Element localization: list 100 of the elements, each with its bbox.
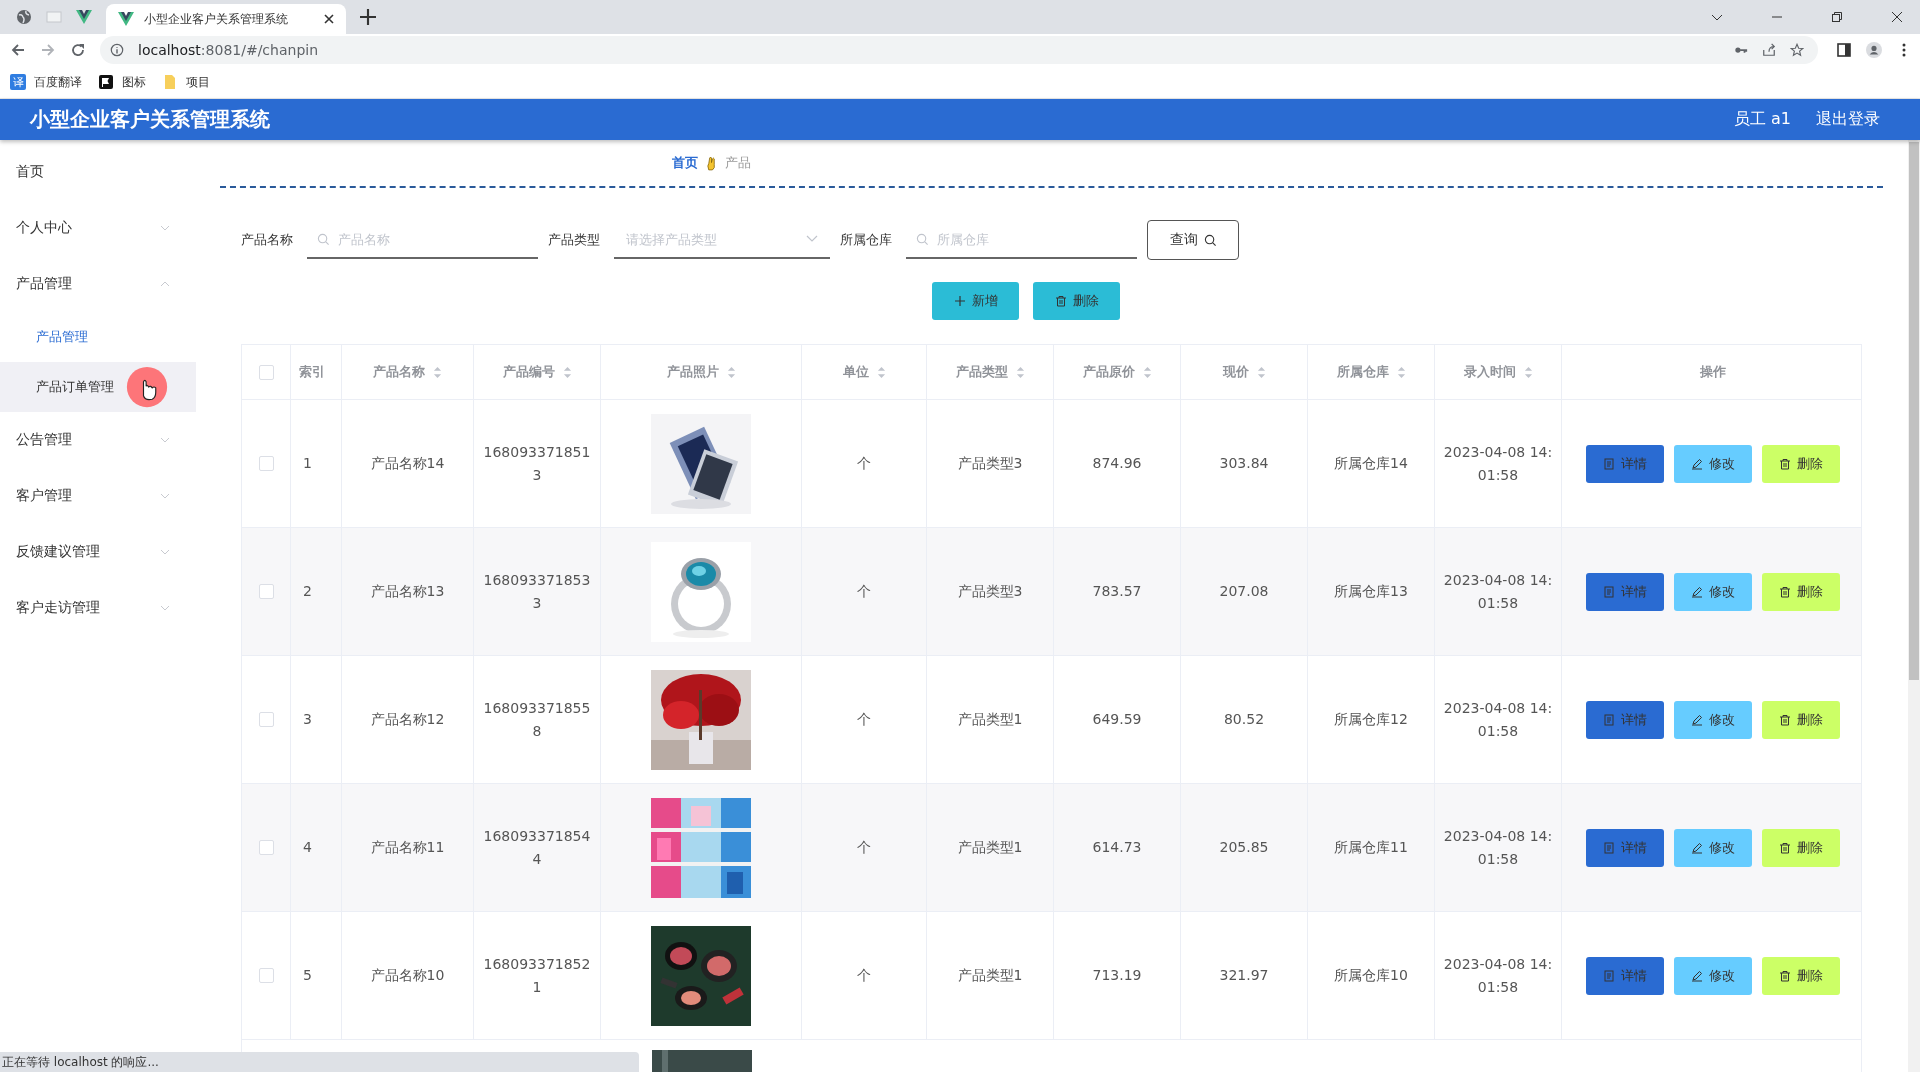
close-icon[interactable]	[324, 14, 334, 24]
profile-icon[interactable]	[1866, 42, 1882, 58]
menu-item[interactable]: 客户管理	[0, 468, 196, 524]
forward-icon[interactable]	[40, 42, 56, 58]
menu-item[interactable]: 公告管理	[0, 412, 196, 468]
sort-icon[interactable]	[726, 365, 736, 379]
delete-button[interactable]: 删除	[1761, 956, 1840, 995]
table-cell-text: 2023-04-08 14:01:58	[1442, 442, 1554, 485]
share-icon[interactable]	[1762, 43, 1776, 57]
checkbox[interactable]	[258, 364, 274, 380]
delete-button[interactable]: 删除	[1761, 700, 1840, 739]
checkbox[interactable]	[258, 968, 274, 983]
checkbox[interactable]	[258, 456, 274, 471]
search-field[interactable]: 产品名称	[307, 221, 538, 259]
bookmark[interactable]: 译 百度翻译	[10, 73, 82, 91]
checkbox[interactable]	[258, 712, 274, 727]
delete-button[interactable]: 删除	[1761, 828, 1840, 867]
select-field[interactable]: 请选择产品类型	[614, 221, 830, 259]
document-icon	[1602, 713, 1615, 726]
edit-button[interactable]: 修改	[1673, 700, 1752, 739]
delete-button[interactable]: 删除	[1761, 444, 1840, 483]
menu-item[interactable]: 个人中心	[0, 200, 196, 256]
table-cell-text: 2	[303, 582, 312, 601]
edit-button[interactable]: 修改	[1673, 956, 1752, 995]
table-cell-text: 321.97	[1219, 966, 1269, 985]
back-icon[interactable]	[10, 42, 26, 58]
table-cell-text: 614.73	[1092, 838, 1142, 857]
trash-icon	[1778, 713, 1791, 726]
sort-icon[interactable]	[1523, 365, 1533, 379]
pencil-icon	[1690, 457, 1703, 470]
trash-icon	[1778, 841, 1791, 854]
document-icon	[1602, 841, 1615, 854]
table-cell-text: 1	[303, 454, 312, 473]
table-cell-text: 2023-04-08 14:01:58	[1442, 570, 1554, 613]
sort-icon[interactable]	[1015, 365, 1025, 379]
sort-icon[interactable]	[876, 365, 886, 379]
new-tab-icon[interactable]	[360, 9, 376, 25]
scrollbar-thumb[interactable]	[1909, 142, 1919, 680]
table-cell-text: 3	[303, 710, 312, 729]
globe-icon[interactable]	[16, 9, 32, 25]
sort-icon[interactable]	[562, 365, 572, 379]
bookmark[interactable]: 图标	[98, 73, 146, 91]
sort-icon[interactable]	[1142, 365, 1152, 379]
restore-icon[interactable]	[1831, 11, 1843, 23]
side-panel-icon[interactable]	[1836, 42, 1852, 58]
menu-item[interactable]: 首页	[0, 144, 196, 200]
vue-logo-icon[interactable]	[76, 9, 92, 25]
reload-icon[interactable]	[70, 42, 86, 58]
menu-item[interactable]: 产品管理	[0, 256, 196, 312]
table-cell-text: 205.85	[1219, 838, 1269, 857]
select-input[interactable]: 请选择产品类型	[624, 230, 800, 248]
table-cell-text: 产品名称11	[370, 838, 445, 857]
delete-button[interactable]: 删除	[1033, 282, 1120, 320]
query-button[interactable]: 查询	[1147, 220, 1239, 260]
checkbox[interactable]	[258, 840, 274, 855]
logout-link[interactable]: 退出登录	[1816, 109, 1880, 130]
menu-item[interactable]: 反馈建议管理	[0, 524, 196, 580]
scrollbar[interactable]	[1908, 140, 1920, 1072]
address-bar[interactable]: localhost:8081/#/chanpin	[100, 36, 1818, 64]
table-cell-text: 所属仓库14	[1334, 454, 1408, 473]
table-cell-text: 所属仓库13	[1334, 582, 1408, 601]
folder-icon	[162, 74, 178, 90]
delete-button[interactable]: 删除	[1761, 572, 1840, 611]
edit-button[interactable]: 修改	[1673, 572, 1752, 611]
status-bar: 正在等待 localhost 的响应...	[0, 1052, 639, 1072]
table-cell-text: 产品名称10	[370, 966, 445, 985]
checkbox[interactable]	[258, 584, 274, 599]
sort-icon[interactable]	[433, 365, 442, 379]
url-text: localhost:8081/#/chanpin	[138, 42, 319, 58]
info-icon[interactable]	[110, 43, 124, 57]
table-cell-text: 所属仓库10	[1334, 966, 1408, 985]
submenu-item[interactable]: 产品管理	[0, 312, 196, 362]
sort-icon[interactable]	[1256, 365, 1266, 379]
breadcrumb-link[interactable]: 首页	[672, 154, 698, 172]
search-input[interactable]: 产品名称	[336, 230, 538, 248]
flag-icon	[98, 74, 114, 90]
add-button[interactable]: 新增	[932, 282, 1019, 320]
edit-button[interactable]: 修改	[1673, 828, 1752, 867]
filter-label: 所属仓库	[840, 231, 892, 249]
column-header: 操作	[1699, 363, 1726, 381]
sort-icon[interactable]	[1396, 365, 1406, 379]
bookmark[interactable]: 项目	[162, 73, 210, 91]
close-icon[interactable]	[1891, 11, 1903, 23]
table-cell-text: 1680933718521	[482, 954, 592, 997]
search-icon	[1203, 233, 1217, 247]
table-cell-text: 874.96	[1092, 454, 1142, 473]
submenu-item[interactable]: 产品订单管理	[0, 362, 196, 412]
table-cell-text: 所属仓库11	[1334, 838, 1408, 857]
table-cell-text: 产品类型1	[957, 710, 1023, 729]
table-cell-text: 303.84	[1219, 454, 1269, 473]
table-cell-text: 产品类型3	[957, 454, 1023, 473]
menu-item[interactable]: 客户走访管理	[0, 580, 196, 636]
star-icon[interactable]	[1790, 43, 1804, 57]
pencil-icon	[1690, 969, 1703, 982]
page-icon[interactable]	[46, 9, 62, 25]
table-cell-text: 2023-04-08 14:01:58	[1442, 698, 1554, 741]
browser-tab[interactable]: 小型企业客户关系管理系统	[106, 4, 346, 34]
click-highlight-icon	[126, 366, 168, 408]
filter-label: 产品类型	[548, 231, 600, 249]
edit-button[interactable]: 修改	[1673, 444, 1752, 483]
